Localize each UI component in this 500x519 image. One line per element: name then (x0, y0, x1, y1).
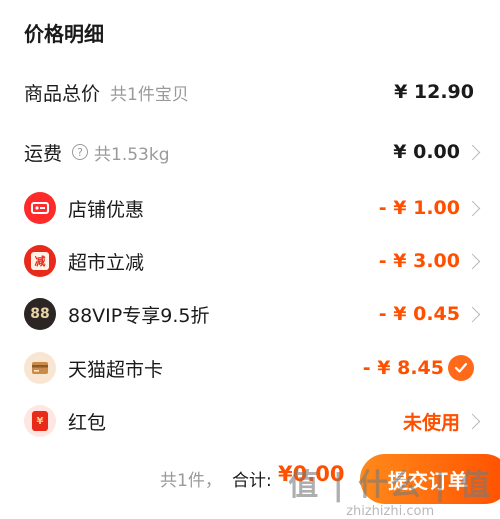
chevron-right-icon (464, 253, 481, 269)
store-discount-price: - ¥ 1.00 (378, 197, 460, 219)
red-packet-icon: ¥ (24, 405, 56, 437)
chevron-right-icon (464, 306, 481, 322)
chevron-right-icon (464, 144, 481, 160)
chevron-right-icon (464, 200, 481, 216)
market-reduce-price: - ¥ 3.00 (378, 250, 460, 272)
tmall-card-price: - ¥ 8.45 (362, 357, 444, 379)
item-count: 共1件， (160, 471, 222, 491)
vip88-icon: 88 (24, 298, 56, 330)
vip-discount-price: - ¥ 0.45 (378, 303, 460, 325)
total-goods-label: 商品总价 (24, 82, 101, 105)
watermark-domain: zhizhizhi.com (346, 504, 435, 519)
card-icon (24, 352, 56, 384)
total-goods-price: ¥ 12.90 (394, 81, 474, 103)
reduce-icon: 减 (24, 245, 56, 277)
check-icon[interactable] (448, 355, 474, 381)
vip-discount-label: 88VIP专享9.5折 (68, 304, 210, 327)
sheet-title: 价格明细 (24, 22, 104, 46)
total-goods-sub: 共1件宝贝 (110, 84, 189, 105)
total-label: 合计: (232, 471, 272, 491)
red-packet-row[interactable]: ¥ 红包 未使用 (0, 401, 500, 441)
watermark-logo: 值 | 什么 | 值 (288, 468, 492, 503)
market-reduce-row[interactable]: 减 超市立减 - ¥ 3.00 (0, 241, 500, 281)
question-icon[interactable]: ? (72, 144, 89, 160)
total-goods-row: 商品总价 共1件宝贝 ¥ 12.90 (0, 72, 500, 112)
coupon-icon (24, 192, 56, 224)
chevron-right-icon (464, 413, 481, 429)
price-detail-sheet: 价格明细 商品总价 共1件宝贝 ¥ 12.90 运费 ? 共1.53kg ¥ 0… (0, 0, 500, 440)
market-reduce-label: 超市立减 (68, 251, 145, 274)
shipping-price: ¥ 0.00 (393, 141, 460, 163)
red-packet-status: 未使用 (402, 411, 460, 434)
red-packet-label: 红包 (68, 411, 107, 434)
store-discount-label: 店铺优惠 (68, 198, 145, 221)
vip-discount-row[interactable]: 88 88VIP专享9.5折 - ¥ 0.45 (0, 294, 500, 334)
shipping-row[interactable]: 运费 ? 共1.53kg ¥ 0.00 (0, 132, 500, 172)
tmall-card-row[interactable]: 天猫超市卡 - ¥ 8.45 (0, 348, 500, 388)
shipping-weight: 共1.53kg (94, 144, 170, 165)
shipping-label: 运费 (24, 142, 63, 165)
tmall-card-label: 天猫超市卡 (68, 358, 164, 381)
watermark: 值 | 什么 | 值 zhizhizhi.com (288, 460, 492, 519)
store-discount-row[interactable]: 店铺优惠 - ¥ 1.00 (0, 188, 500, 228)
